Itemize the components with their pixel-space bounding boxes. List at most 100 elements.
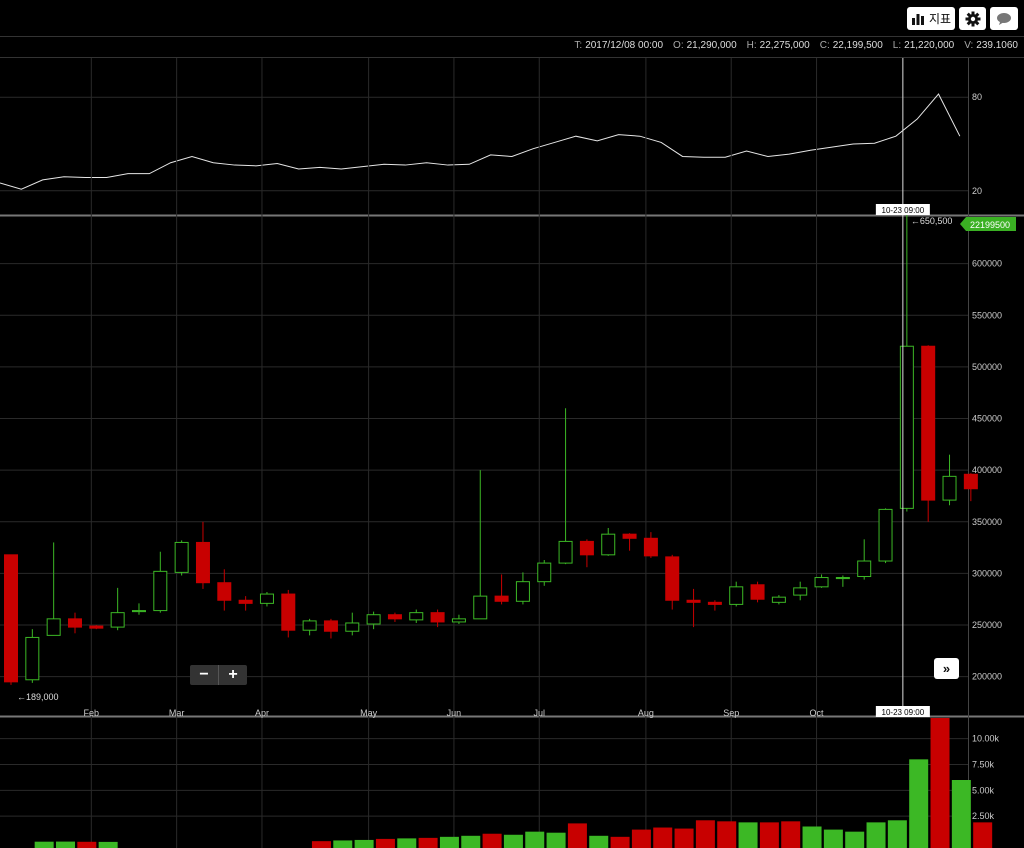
price-tick-label: 550000 <box>972 310 1002 320</box>
candle <box>473 470 488 620</box>
candle-body <box>110 612 125 628</box>
candle <box>323 618 338 639</box>
x-tick-label: Jun <box>447 708 462 718</box>
volume-bar <box>589 835 609 848</box>
volume-bar <box>951 780 971 848</box>
candle <box>921 345 936 522</box>
candle <box>793 581 808 601</box>
candle-body <box>622 533 637 539</box>
price-tick-label: 600000 <box>972 259 1002 269</box>
volume-bar <box>311 841 331 848</box>
scroll-latest-button[interactable]: » <box>934 658 959 679</box>
candle <box>494 574 509 605</box>
volume-bar <box>973 822 993 848</box>
volume-bar <box>631 829 651 848</box>
candle-body <box>921 345 936 501</box>
candle-body <box>537 562 552 583</box>
volume-tick-label: 5.00k <box>972 785 995 795</box>
x-tick-label: May <box>360 708 378 718</box>
x-tick-label: Oct <box>810 708 825 718</box>
x-tick-label: Mar <box>169 708 185 718</box>
candle <box>515 572 530 605</box>
candle-body <box>835 577 850 580</box>
volume-bar <box>802 826 822 848</box>
candle <box>217 569 232 611</box>
volume-bar <box>55 841 75 848</box>
candle <box>558 408 573 565</box>
candle-body <box>601 533 616 556</box>
volume-bar <box>909 759 929 848</box>
candle <box>25 629 40 683</box>
volume-bar <box>34 841 54 848</box>
candle-body <box>153 570 168 612</box>
volume-bar <box>674 828 694 848</box>
candle-body <box>409 612 424 621</box>
candle-body <box>281 593 296 631</box>
price-tick-label: 500000 <box>972 362 1002 372</box>
volume-bar <box>738 822 758 848</box>
candle-body <box>686 599 701 603</box>
last-price-label: 22199500 <box>970 220 1010 230</box>
candle-body <box>67 618 82 628</box>
candle-body <box>131 610 146 613</box>
price-tick-label: 250000 <box>972 620 1002 630</box>
candle-body <box>814 577 829 588</box>
volume-tick-label: 2.50k <box>972 811 995 821</box>
candle-body <box>899 345 914 509</box>
indicator-tick-label: 80 <box>972 92 982 102</box>
volume-bar <box>503 834 523 848</box>
candle <box>4 554 18 685</box>
candle <box>281 589 296 638</box>
candle-body <box>793 587 808 596</box>
volume-bar <box>823 829 843 848</box>
candle <box>238 596 253 611</box>
volume-bar <box>653 827 673 848</box>
candle <box>46 542 61 636</box>
volume-tick-label: 10.00k <box>972 734 1000 744</box>
candle <box>857 539 872 580</box>
candle-body <box>46 618 61 636</box>
volume-bar <box>695 820 715 848</box>
candle-body <box>857 560 872 578</box>
candle-body <box>323 620 338 632</box>
candle <box>579 539 594 568</box>
candle <box>963 473 978 502</box>
zoom-control: − + <box>190 665 247 685</box>
candle-body <box>878 508 893 562</box>
candle <box>537 559 552 586</box>
candle <box>302 618 317 636</box>
candle-body <box>4 554 18 683</box>
candle-body <box>387 614 402 620</box>
candle <box>345 612 360 636</box>
candle <box>665 554 680 610</box>
volume-bar <box>77 841 97 848</box>
candle <box>601 527 616 556</box>
volume-bar <box>461 835 481 848</box>
volume-bar <box>98 841 118 848</box>
candle <box>942 454 957 506</box>
price-chart[interactable]: 20 80 Feb Mar Apr May Jun Jul Aug Sep Oct 200000 250… <box>0 0 1024 848</box>
candle <box>387 612 402 622</box>
volume-bar <box>482 833 502 848</box>
zoom-in-button[interactable]: + <box>219 665 247 685</box>
indicator-line <box>0 93 961 190</box>
price-tick-label: 300000 <box>972 568 1002 578</box>
volume-bar <box>546 832 566 848</box>
zoom-out-button[interactable]: − <box>190 665 218 685</box>
x-tick-label: Jul <box>533 708 545 718</box>
candle <box>409 609 424 623</box>
crosshair-time-label-top: 10-23 09:00 <box>882 206 925 215</box>
candle-body <box>750 584 765 600</box>
candle <box>771 595 786 605</box>
candle-body <box>665 556 680 601</box>
candle-body <box>195 541 210 584</box>
candle-body <box>473 595 488 620</box>
candle-body <box>963 473 978 490</box>
candle-body <box>345 622 360 632</box>
candle-body <box>579 540 594 556</box>
volume-bar <box>717 821 737 848</box>
crosshair-time-label-bottom: 10-23 09:00 <box>882 708 925 717</box>
volume-bar <box>567 823 587 848</box>
volume-bar <box>333 840 353 848</box>
x-tick-label: Sep <box>723 708 739 718</box>
